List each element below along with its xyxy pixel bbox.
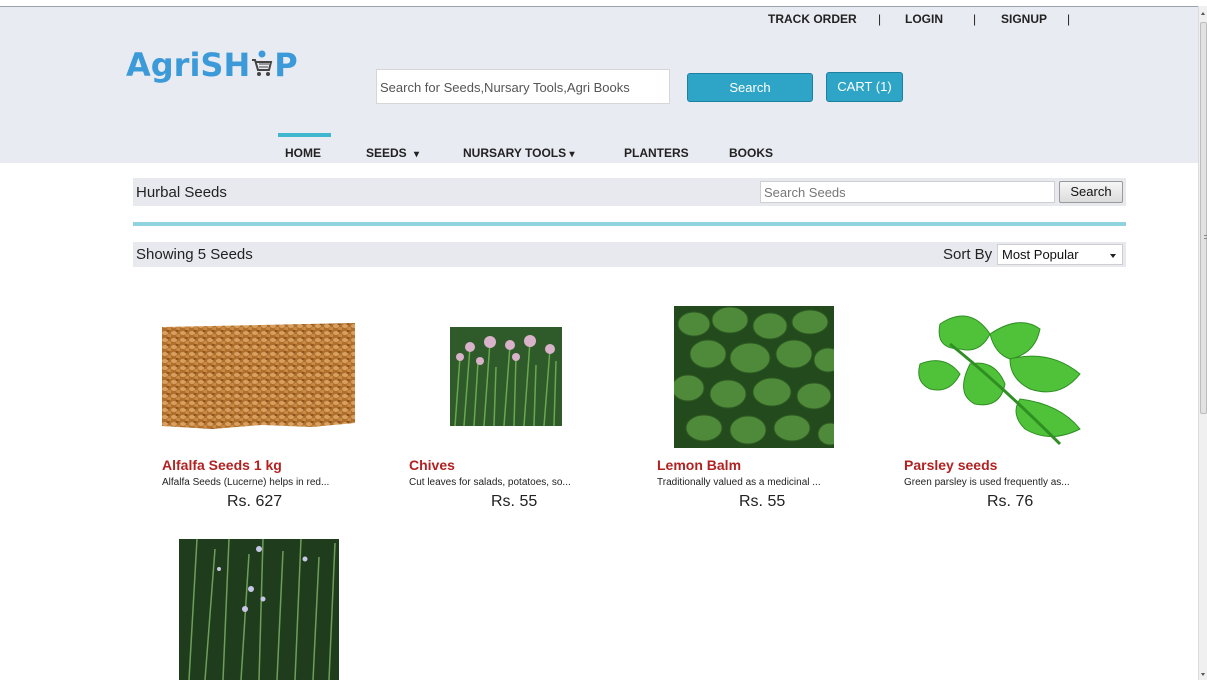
product-price: Rs. 55: [491, 493, 538, 510]
nav-books[interactable]: BOOKS: [729, 146, 773, 160]
chevron-down-icon: ▾: [569, 149, 575, 160]
nav-active-indicator: [278, 133, 331, 137]
agriship-logo[interactable]: AgriSH P: [126, 46, 298, 84]
product-name[interactable]: Chives: [409, 457, 455, 473]
product-price: Rs. 76: [987, 493, 1034, 510]
scroll-up-icon[interactable]: [1201, 12, 1205, 15]
cart-button[interactable]: CART (1): [826, 72, 903, 102]
scroll-thumb[interactable]: [1200, 22, 1207, 414]
nav-planters[interactable]: PLANTERS: [624, 146, 689, 160]
search-input[interactable]: Search for Seeds,Nursary Tools,Agri Book…: [376, 69, 670, 104]
product-image-lemon-balm[interactable]: [674, 306, 834, 448]
nav-nursary-tools-label: NURSARY TOOLS: [463, 146, 567, 160]
product-image-alfalfa[interactable]: [162, 323, 355, 430]
chevron-down-icon: [1110, 254, 1116, 258]
sort-selected-value: Most Popular: [1002, 247, 1079, 262]
nav-home[interactable]: HOME: [285, 146, 321, 160]
sort-label: Sort By: [943, 246, 993, 263]
product-name[interactable]: Alfalfa Seeds 1 kg: [162, 457, 282, 473]
logo-text: P: [274, 46, 298, 84]
result-count: Showing 5 Seeds: [136, 246, 253, 263]
listing-toolbar: Showing 5 Seeds Sort By Most Popular: [133, 242, 1126, 267]
product-image-rosemary[interactable]: [179, 539, 339, 680]
track-order-link[interactable]: TRACK ORDER: [768, 12, 857, 26]
product-description: Green parsley is used frequently as...: [904, 477, 1070, 488]
logo-text: AgriSH: [126, 46, 251, 84]
signup-link[interactable]: SIGNUP: [1001, 12, 1047, 26]
seed-search-button[interactable]: Search: [1059, 181, 1123, 203]
product-name[interactable]: Lemon Balm: [657, 457, 741, 473]
shopping-cart-icon: [250, 48, 274, 76]
product-description: Traditionally valued as a medicinal ...: [657, 477, 821, 488]
nav-nursary-tools[interactable]: NURSARY TOOLS ▾: [463, 146, 575, 160]
product-price: Rs. 627: [227, 493, 283, 510]
top-link-divider: |: [878, 12, 882, 26]
nav-seeds[interactable]: SEEDS ▾: [366, 146, 419, 160]
divider: [133, 222, 1126, 226]
nav-seeds-label: SEEDS: [366, 146, 407, 160]
product-price: Rs. 55: [739, 493, 786, 510]
product-image-chives[interactable]: [450, 327, 562, 426]
vertical-scrollbar[interactable]: [1198, 6, 1207, 680]
category-bar: Hurbal Seeds Search Seeds Search: [133, 178, 1126, 206]
sort-select[interactable]: Most Popular: [997, 244, 1123, 265]
seed-search-input[interactable]: Search Seeds: [760, 181, 1055, 203]
chevron-down-icon: ▾: [414, 149, 420, 160]
product-description: Alfalfa Seeds (Lucerne) helps in red...: [162, 477, 330, 488]
top-link-divider: |: [973, 12, 977, 26]
search-button[interactable]: Search: [687, 73, 813, 102]
product-image-parsley[interactable]: [910, 304, 1087, 449]
top-link-divider: |: [1067, 12, 1071, 26]
category-title: Hurbal Seeds: [136, 184, 227, 201]
scroll-down-icon[interactable]: [1201, 673, 1205, 676]
login-link[interactable]: LOGIN: [905, 12, 943, 26]
product-name[interactable]: Parsley seeds: [904, 457, 997, 473]
product-description: Cut leaves for salads, potatoes, so...: [409, 477, 571, 488]
